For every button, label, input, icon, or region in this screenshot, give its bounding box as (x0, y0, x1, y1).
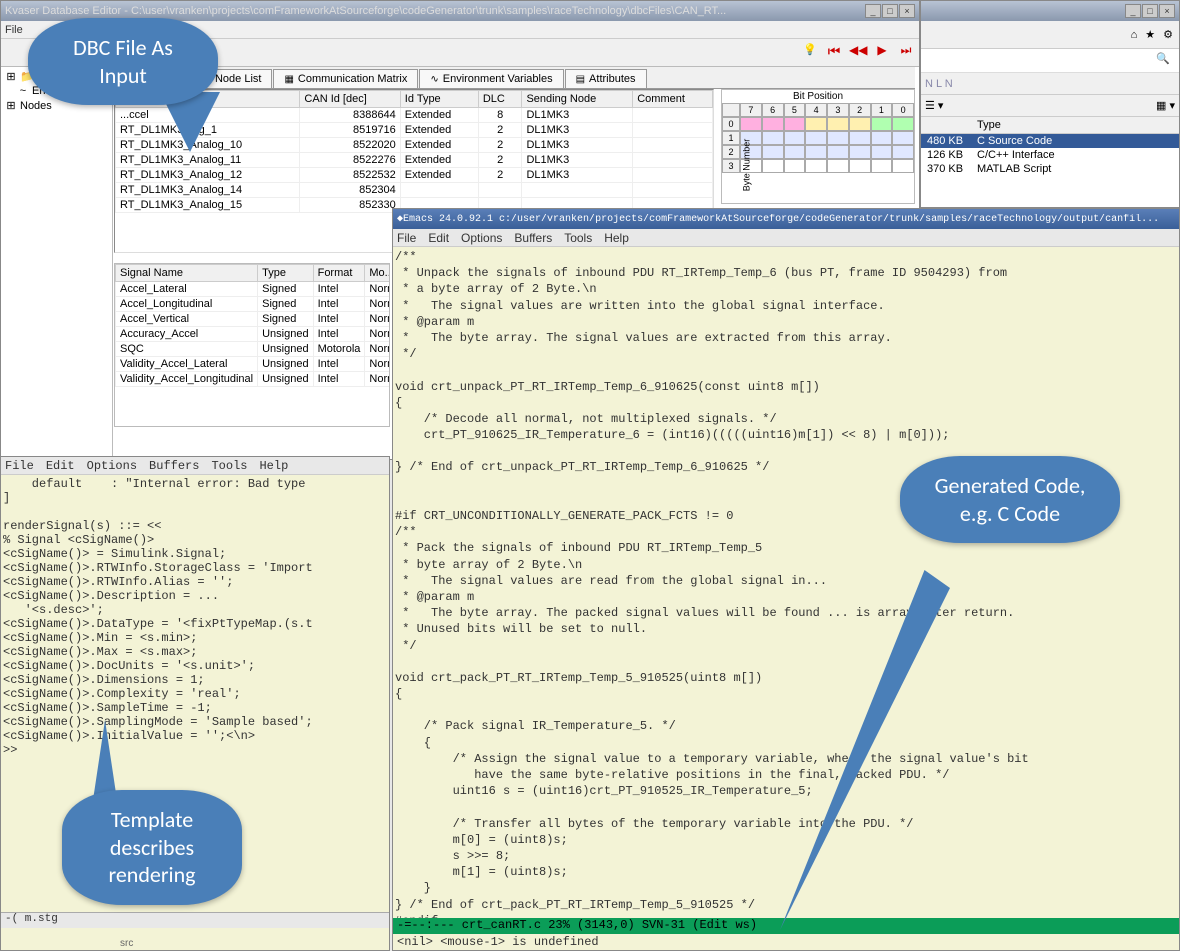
tab-commatrix[interactable]: ▦Communication Matrix (273, 69, 418, 88)
src-label: src (120, 938, 133, 949)
menu-file[interactable]: File (5, 24, 23, 36)
tab-strip: ▣Signals ▣Node List ▦Communication Matri… (114, 67, 915, 89)
col-type[interactable]: Type (977, 119, 1173, 131)
bit-position-panel: Bit Position 765432100123 Byte Number (721, 89, 915, 204)
gear-icon[interactable]: ⚙ (1163, 28, 1173, 41)
file-row[interactable]: 480 KBC Source Code (921, 134, 1179, 148)
emacs-tpl-menubar: File Edit Options Buffers Tools Help (1, 457, 389, 475)
table-row[interactable]: RT_DL1MK3_Analog_14852304 (116, 183, 713, 198)
callout-generated-code: Generated Code, e.g. C Code (900, 456, 1120, 543)
menu-tools[interactable]: Tools (211, 459, 247, 473)
menu-buffers[interactable]: Buffers (514, 231, 552, 245)
view-list-icon[interactable]: ☰ ▾ (925, 99, 943, 112)
emacs-gen-titlebar[interactable]: ◆ Emacs 24.0.92.1 c:/user/vranken/projec… (393, 209, 1179, 229)
tab-attrs[interactable]: ▤Attributes (565, 69, 647, 88)
menu-options[interactable]: Options (461, 231, 502, 245)
home-icon[interactable]: ⌂ (1131, 29, 1138, 41)
bit-panel-title: Bit Position (722, 90, 914, 103)
column-header[interactable]: Sending Node (522, 91, 633, 108)
max-button[interactable]: □ (1142, 4, 1158, 18)
matrix-icon: ▦ (284, 74, 293, 85)
emacs-gen-menubar: File Edit Options Buffers Tools Help (393, 229, 1179, 247)
menu-edit[interactable]: Edit (428, 231, 449, 245)
table-row[interactable]: Validity_Accel_LongitudinalUnsignedIntel… (116, 372, 391, 387)
menu-help[interactable]: Help (259, 459, 288, 473)
table-row[interactable]: Accuracy_AccelUnsignedIntelNorm (116, 327, 391, 342)
tree-panel: ⊞📁 ~Environm ⊞Nodes (1, 67, 113, 459)
emacs-gen-status: -=--:--- crt_canRT.c 23% (3143,0) SVN-31… (393, 918, 1179, 934)
files-window: _ □ × ⌂ ★ ⚙ 🔍 N L N ☰ ▾ ▦ ▾ Type 480 KBC… (920, 0, 1180, 208)
search-icon[interactable]: 🔍 (1153, 52, 1173, 70)
table-row[interactable]: SQCUnsignedMotorolaNorm (116, 342, 391, 357)
column-header[interactable]: DLC (478, 91, 522, 108)
table-row[interactable]: RT_DL1MK3_Analog_118522276Extended2DL1MK… (116, 153, 713, 168)
emacs-tpl-content[interactable]: default : "Internal error: Bad type ] re… (1, 475, 389, 759)
column-header[interactable]: Format (313, 265, 365, 282)
table-row[interactable]: Accel_LongitudinalSignedIntelNorm (116, 297, 391, 312)
nav-icons[interactable]: N L N (925, 78, 953, 90)
emacs-tpl-status: -( m.stg (1, 912, 389, 928)
signal-table[interactable]: Signal NameTypeFormatMo... Accel_Lateral… (114, 263, 390, 427)
callout-template: Template describes rendering (62, 790, 242, 905)
col-size[interactable] (927, 119, 977, 131)
next-icon[interactable]: ▶ (873, 43, 891, 61)
attr-icon: ▤ (576, 74, 585, 85)
emacs-gen-window: ◆ Emacs 24.0.92.1 c:/user/vranken/projec… (392, 208, 1180, 951)
column-header[interactable]: Id Type (400, 91, 478, 108)
column-header[interactable]: Type (258, 265, 313, 282)
file-row[interactable]: 126 KBC/C++ Interface (921, 148, 1179, 162)
close-button[interactable]: × (1159, 4, 1175, 18)
files-titlebar[interactable]: _ □ × (921, 1, 1179, 21)
files-list[interactable]: 480 KBC Source Code126 KBC/C++ Interface… (921, 134, 1179, 176)
file-row[interactable]: 370 KBMATLAB Script (921, 162, 1179, 176)
lightbulb-icon[interactable]: 💡 (801, 43, 819, 61)
emacs-gen-title: Emacs 24.0.92.1 c:/user/vranken/projects… (403, 214, 1175, 225)
menu-buffers[interactable]: Buffers (149, 459, 199, 473)
view-grid-icon[interactable]: ▦ ▾ (1156, 99, 1175, 112)
env-icon: ∿ (430, 74, 438, 85)
emacs-gen-content[interactable]: /** * Unpack the signals of inbound PDU … (393, 247, 1179, 931)
fwd-icon[interactable]: ⏭ (897, 43, 915, 61)
menu-file[interactable]: File (5, 459, 34, 473)
menu-file[interactable]: File (397, 231, 416, 245)
minimize-button[interactable]: _ (865, 4, 881, 18)
column-header[interactable]: CAN Id [dec] (300, 91, 400, 108)
menu-edit[interactable]: Edit (46, 459, 75, 473)
files-toolbar: ⌂ ★ ⚙ (921, 21, 1179, 49)
menu-tools[interactable]: Tools (564, 231, 592, 245)
tab-envvars[interactable]: ∿Environment Variables (419, 69, 563, 88)
table-row[interactable]: Validity_Accel_LateralUnsignedIntelNorm (116, 357, 391, 372)
table-row[interactable]: Accel_VerticalSignedIntelNorm (116, 312, 391, 327)
column-header[interactable]: Mo... (365, 265, 390, 282)
menu-help[interactable]: Help (604, 231, 629, 245)
table-row[interactable]: RT_DL1MK3_Analog_108522020Extended2DL1MK… (116, 138, 713, 153)
table-row[interactable]: Accel_LateralSignedIntelNorm (116, 282, 391, 297)
files-search-bar: 🔍 (921, 49, 1179, 73)
column-header[interactable]: Signal Name (116, 265, 258, 282)
emacs-gen-minibuffer: <nil> <mouse-1> is undefined (393, 935, 1179, 950)
table-row[interactable]: RT_DL1MK3_...g_18519716Extended2DL1MK3 (116, 123, 713, 138)
rewind-icon[interactable]: ⏮ (825, 43, 843, 61)
column-header[interactable]: Comment (633, 91, 713, 108)
star-icon[interactable]: ★ (1145, 28, 1155, 41)
min-button[interactable]: _ (1125, 4, 1141, 18)
prev-icon[interactable]: ◀◀ (849, 43, 867, 61)
callout-dbc-input: DBC File As Input (28, 18, 218, 105)
menu-options[interactable]: Options (87, 459, 137, 473)
maximize-button[interactable]: □ (882, 4, 898, 18)
byte-number-label: Byte Number (741, 139, 751, 192)
kvaser-title: Kvaser Database Editor - C:\user\vranken… (5, 5, 865, 17)
table-row[interactable]: RT_DL1MK3_Analog_128522532Extended2DL1MK… (116, 168, 713, 183)
close-button[interactable]: × (899, 4, 915, 18)
